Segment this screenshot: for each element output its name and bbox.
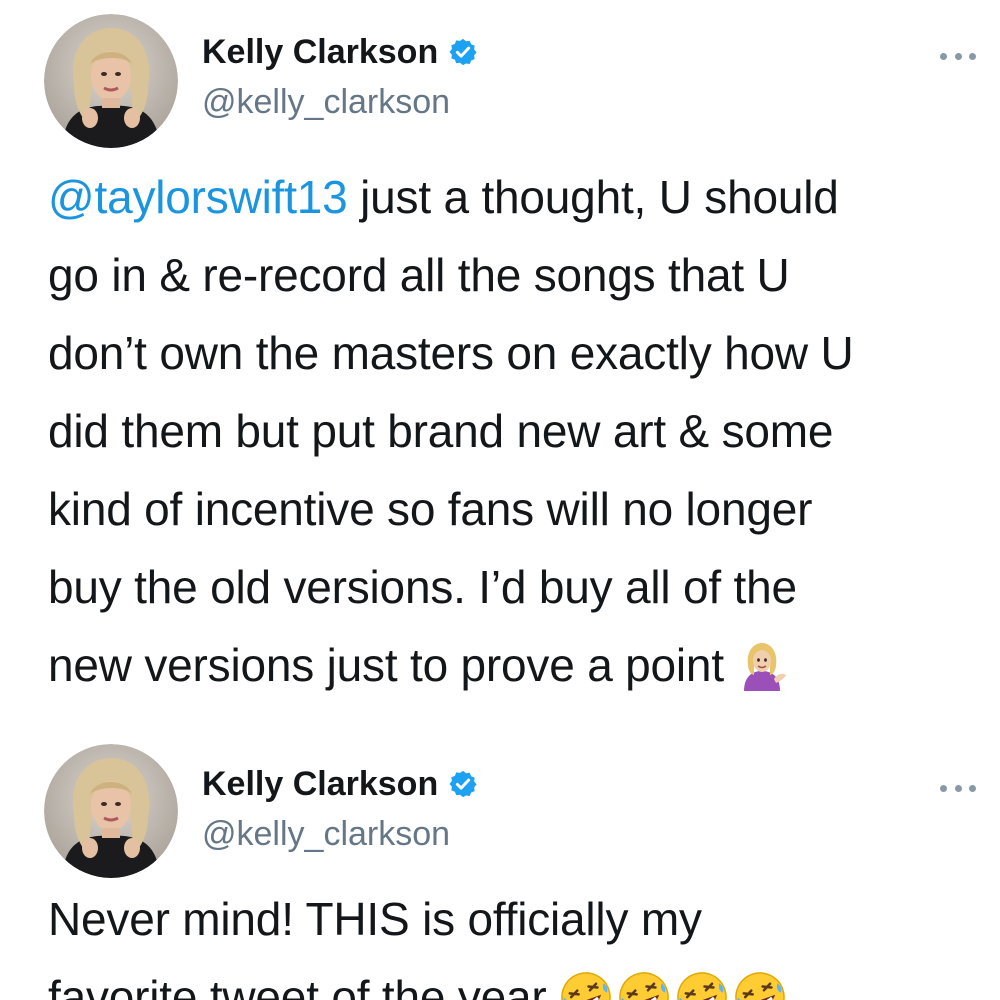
tweet-text-line: go in & re-record all the songs that U xyxy=(48,249,790,301)
tweet-text-line: @taylorswift13 just a thought, U should xyxy=(48,158,978,236)
tweet-screenshot: Kelly Clarkson @kelly_clarkson @taylorsw… xyxy=(0,0,1000,1000)
display-name[interactable]: Kelly Clarkson xyxy=(202,30,438,74)
tweet-text-line: Never mind! THIS is officially my xyxy=(48,893,702,945)
tweet-text-line: new versions just to prove a point xyxy=(48,626,978,704)
tweet-text-line: don’t own the masters on exactly how U xyxy=(48,327,854,379)
rolling-on-the-floor-laughing-emoji xyxy=(735,972,785,1000)
display-name[interactable]: Kelly Clarkson xyxy=(202,762,438,806)
woman-tipping-hand-emoji xyxy=(744,642,787,691)
profile-photo xyxy=(44,744,178,878)
tweet-text: Never mind! THIS is officially my favori… xyxy=(48,880,978,1000)
tweet-text-line: favorite tweet of the year xyxy=(48,958,978,1000)
more-options-icon[interactable] xyxy=(940,50,976,62)
author-handle[interactable]: @kelly_clarkson xyxy=(202,80,450,124)
rolling-on-the-floor-laughing-emoji xyxy=(561,972,611,1000)
tweet-text-segment: favorite tweet of the year xyxy=(48,971,560,1000)
verified-badge-icon xyxy=(449,38,477,66)
more-options-icon[interactable] xyxy=(940,782,976,794)
dot xyxy=(954,52,962,60)
profile-photo xyxy=(44,14,178,148)
author-name-row[interactable]: Kelly Clarkson xyxy=(202,30,478,74)
dot xyxy=(940,784,947,792)
tweet-text-line: did them but put brand new art & some xyxy=(48,405,834,457)
dot xyxy=(940,52,947,60)
verified-badge-icon xyxy=(449,770,477,798)
author-name-row[interactable]: Kelly Clarkson xyxy=(202,762,478,806)
tweet-text-line: kind of incentive so fans will no longer xyxy=(48,483,813,535)
avatar[interactable] xyxy=(44,744,178,878)
avatar[interactable] xyxy=(44,14,178,148)
dot xyxy=(969,52,976,60)
rolling-on-the-floor-laughing-emoji xyxy=(619,972,669,1000)
mention-link[interactable]: @taylorswift13 xyxy=(48,171,348,223)
author-handle[interactable]: @kelly_clarkson xyxy=(202,812,450,856)
rolling-on-the-floor-laughing-emoji xyxy=(677,972,727,1000)
tweet-text: @taylorswift13 just a thought, U should … xyxy=(48,158,978,704)
emoji-group xyxy=(559,971,791,1000)
dot xyxy=(969,784,976,792)
tweet-text-segment: just a thought, U should xyxy=(347,171,839,223)
dot xyxy=(954,784,962,792)
tweet-text-segment: new versions just to prove a point xyxy=(48,639,737,691)
tweet-text-line: buy the old versions. I’d buy all of the xyxy=(48,561,797,613)
